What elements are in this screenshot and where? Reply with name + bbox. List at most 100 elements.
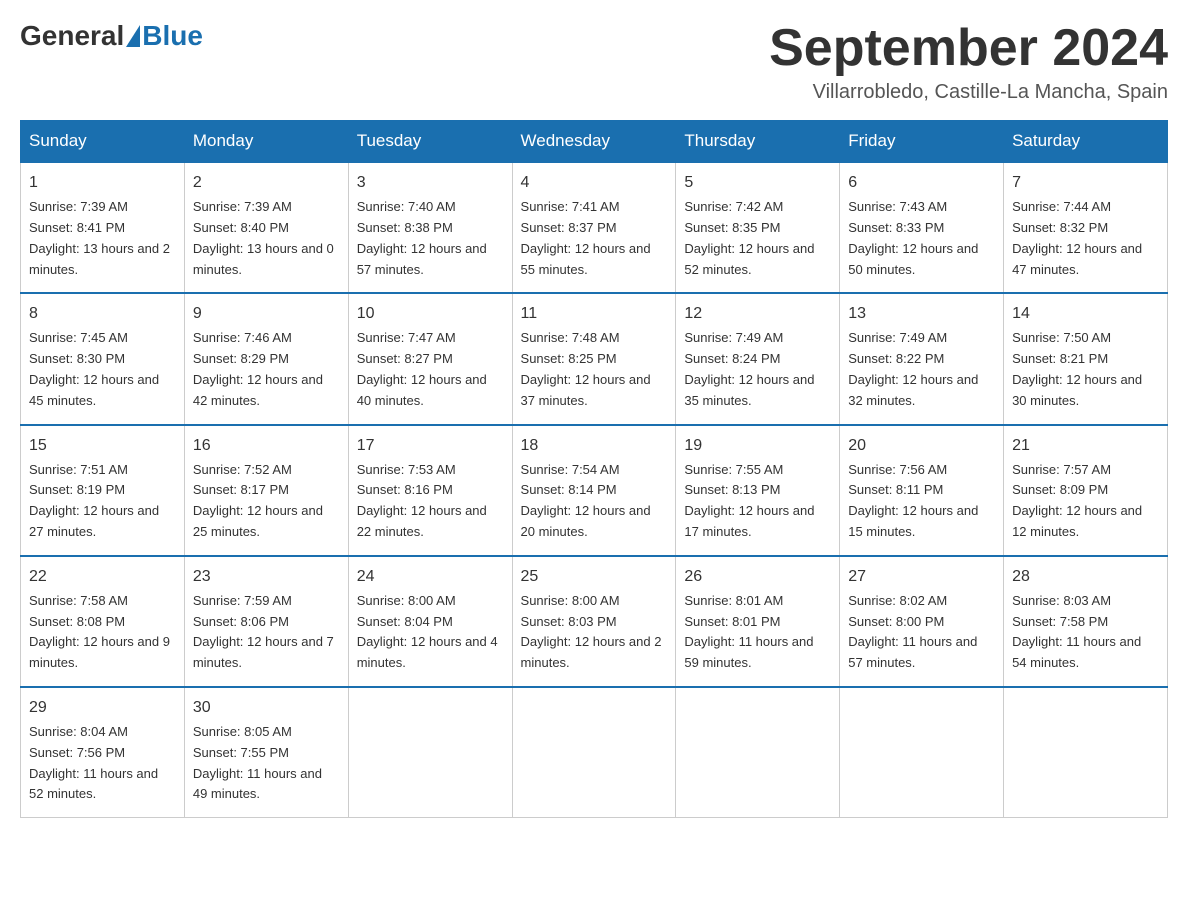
day-number: 9 (193, 302, 340, 326)
day-info: Sunrise: 7:40 AMSunset: 8:38 PMDaylight:… (357, 199, 487, 276)
day-info: Sunrise: 7:56 AMSunset: 8:11 PMDaylight:… (848, 462, 978, 539)
day-number: 11 (521, 302, 668, 326)
day-number: 6 (848, 171, 995, 195)
day-info: Sunrise: 7:50 AMSunset: 8:21 PMDaylight:… (1012, 330, 1142, 407)
calendar-cell: 30 Sunrise: 8:05 AMSunset: 7:55 PMDaylig… (184, 687, 348, 818)
calendar-cell (512, 687, 676, 818)
calendar-cell (840, 687, 1004, 818)
calendar-cell: 4 Sunrise: 7:41 AMSunset: 8:37 PMDayligh… (512, 162, 676, 293)
day-number: 29 (29, 696, 176, 720)
calendar-cell: 24 Sunrise: 8:00 AMSunset: 8:04 PMDaylig… (348, 556, 512, 687)
header-sunday: Sunday (21, 121, 185, 163)
calendar-cell (348, 687, 512, 818)
day-info: Sunrise: 7:49 AMSunset: 8:24 PMDaylight:… (684, 330, 814, 407)
day-number: 13 (848, 302, 995, 326)
location-title: Villarrobledo, Castille-La Mancha, Spain (769, 81, 1168, 104)
calendar-header-row: SundayMondayTuesdayWednesdayThursdayFrid… (21, 121, 1168, 163)
logo-triangle-icon (126, 25, 140, 47)
month-title: September 2024 (769, 20, 1168, 77)
calendar-cell: 21 Sunrise: 7:57 AMSunset: 8:09 PMDaylig… (1004, 425, 1168, 556)
day-number: 17 (357, 434, 504, 458)
day-info: Sunrise: 7:46 AMSunset: 8:29 PMDaylight:… (193, 330, 323, 407)
day-info: Sunrise: 8:00 AMSunset: 8:04 PMDaylight:… (357, 593, 498, 670)
header-saturday: Saturday (1004, 121, 1168, 163)
day-info: Sunrise: 8:04 AMSunset: 7:56 PMDaylight:… (29, 724, 158, 801)
calendar-cell (1004, 687, 1168, 818)
calendar-cell: 26 Sunrise: 8:01 AMSunset: 8:01 PMDaylig… (676, 556, 840, 687)
day-info: Sunrise: 8:05 AMSunset: 7:55 PMDaylight:… (193, 724, 322, 801)
day-info: Sunrise: 7:39 AMSunset: 8:41 PMDaylight:… (29, 199, 170, 276)
day-info: Sunrise: 7:43 AMSunset: 8:33 PMDaylight:… (848, 199, 978, 276)
calendar-cell: 7 Sunrise: 7:44 AMSunset: 8:32 PMDayligh… (1004, 162, 1168, 293)
day-info: Sunrise: 7:44 AMSunset: 8:32 PMDaylight:… (1012, 199, 1142, 276)
calendar-cell: 3 Sunrise: 7:40 AMSunset: 8:38 PMDayligh… (348, 162, 512, 293)
logo: General Blue (20, 20, 203, 52)
week-row-5: 29 Sunrise: 8:04 AMSunset: 7:56 PMDaylig… (21, 687, 1168, 818)
logo-blue-text: Blue (142, 20, 203, 52)
week-row-1: 1 Sunrise: 7:39 AMSunset: 8:41 PMDayligh… (21, 162, 1168, 293)
day-info: Sunrise: 7:45 AMSunset: 8:30 PMDaylight:… (29, 330, 159, 407)
calendar-table: SundayMondayTuesdayWednesdayThursdayFrid… (20, 120, 1168, 818)
day-info: Sunrise: 7:57 AMSunset: 8:09 PMDaylight:… (1012, 462, 1142, 539)
day-info: Sunrise: 7:59 AMSunset: 8:06 PMDaylight:… (193, 593, 334, 670)
header-friday: Friday (840, 121, 1004, 163)
day-number: 24 (357, 565, 504, 589)
day-info: Sunrise: 8:01 AMSunset: 8:01 PMDaylight:… (684, 593, 813, 670)
day-info: Sunrise: 7:39 AMSunset: 8:40 PMDaylight:… (193, 199, 334, 276)
day-info: Sunrise: 7:42 AMSunset: 8:35 PMDaylight:… (684, 199, 814, 276)
calendar-cell: 8 Sunrise: 7:45 AMSunset: 8:30 PMDayligh… (21, 293, 185, 424)
day-info: Sunrise: 7:51 AMSunset: 8:19 PMDaylight:… (29, 462, 159, 539)
calendar-cell: 14 Sunrise: 7:50 AMSunset: 8:21 PMDaylig… (1004, 293, 1168, 424)
header-thursday: Thursday (676, 121, 840, 163)
day-number: 10 (357, 302, 504, 326)
day-info: Sunrise: 7:48 AMSunset: 8:25 PMDaylight:… (521, 330, 651, 407)
calendar-cell: 10 Sunrise: 7:47 AMSunset: 8:27 PMDaylig… (348, 293, 512, 424)
header-wednesday: Wednesday (512, 121, 676, 163)
calendar-cell: 27 Sunrise: 8:02 AMSunset: 8:00 PMDaylig… (840, 556, 1004, 687)
day-info: Sunrise: 7:47 AMSunset: 8:27 PMDaylight:… (357, 330, 487, 407)
day-info: Sunrise: 7:53 AMSunset: 8:16 PMDaylight:… (357, 462, 487, 539)
day-number: 23 (193, 565, 340, 589)
calendar-cell: 22 Sunrise: 7:58 AMSunset: 8:08 PMDaylig… (21, 556, 185, 687)
calendar-cell: 13 Sunrise: 7:49 AMSunset: 8:22 PMDaylig… (840, 293, 1004, 424)
week-row-2: 8 Sunrise: 7:45 AMSunset: 8:30 PMDayligh… (21, 293, 1168, 424)
day-number: 20 (848, 434, 995, 458)
day-number: 15 (29, 434, 176, 458)
day-number: 28 (1012, 565, 1159, 589)
day-number: 4 (521, 171, 668, 195)
day-number: 25 (521, 565, 668, 589)
day-info: Sunrise: 8:03 AMSunset: 7:58 PMDaylight:… (1012, 593, 1141, 670)
calendar-cell: 18 Sunrise: 7:54 AMSunset: 8:14 PMDaylig… (512, 425, 676, 556)
calendar-cell: 1 Sunrise: 7:39 AMSunset: 8:41 PMDayligh… (21, 162, 185, 293)
day-number: 27 (848, 565, 995, 589)
day-number: 1 (29, 171, 176, 195)
calendar-cell: 5 Sunrise: 7:42 AMSunset: 8:35 PMDayligh… (676, 162, 840, 293)
calendar-cell: 29 Sunrise: 8:04 AMSunset: 7:56 PMDaylig… (21, 687, 185, 818)
day-info: Sunrise: 7:49 AMSunset: 8:22 PMDaylight:… (848, 330, 978, 407)
calendar-cell: 12 Sunrise: 7:49 AMSunset: 8:24 PMDaylig… (676, 293, 840, 424)
day-number: 14 (1012, 302, 1159, 326)
calendar-cell: 20 Sunrise: 7:56 AMSunset: 8:11 PMDaylig… (840, 425, 1004, 556)
day-number: 22 (29, 565, 176, 589)
day-number: 8 (29, 302, 176, 326)
day-number: 3 (357, 171, 504, 195)
calendar-cell: 16 Sunrise: 7:52 AMSunset: 8:17 PMDaylig… (184, 425, 348, 556)
header-tuesday: Tuesday (348, 121, 512, 163)
calendar-cell: 11 Sunrise: 7:48 AMSunset: 8:25 PMDaylig… (512, 293, 676, 424)
week-row-3: 15 Sunrise: 7:51 AMSunset: 8:19 PMDaylig… (21, 425, 1168, 556)
calendar-cell: 23 Sunrise: 7:59 AMSunset: 8:06 PMDaylig… (184, 556, 348, 687)
calendar-cell: 19 Sunrise: 7:55 AMSunset: 8:13 PMDaylig… (676, 425, 840, 556)
day-info: Sunrise: 8:00 AMSunset: 8:03 PMDaylight:… (521, 593, 662, 670)
calendar-cell: 15 Sunrise: 7:51 AMSunset: 8:19 PMDaylig… (21, 425, 185, 556)
day-number: 26 (684, 565, 831, 589)
page-header: General Blue September 2024 Villarrobled… (20, 20, 1168, 104)
day-number: 12 (684, 302, 831, 326)
day-number: 2 (193, 171, 340, 195)
day-info: Sunrise: 7:54 AMSunset: 8:14 PMDaylight:… (521, 462, 651, 539)
day-info: Sunrise: 7:41 AMSunset: 8:37 PMDaylight:… (521, 199, 651, 276)
calendar-cell: 9 Sunrise: 7:46 AMSunset: 8:29 PMDayligh… (184, 293, 348, 424)
day-info: Sunrise: 7:58 AMSunset: 8:08 PMDaylight:… (29, 593, 170, 670)
day-number: 7 (1012, 171, 1159, 195)
calendar-cell: 2 Sunrise: 7:39 AMSunset: 8:40 PMDayligh… (184, 162, 348, 293)
logo-general-text: General (20, 20, 124, 52)
